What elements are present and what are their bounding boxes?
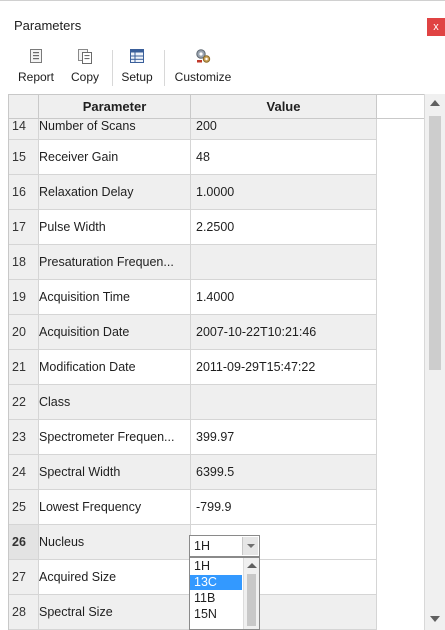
setup-icon	[130, 49, 144, 63]
parameter-column-header[interactable]: Parameter	[39, 95, 191, 119]
parameter-value[interactable]: -799.9	[191, 490, 377, 525]
row-number-header	[9, 95, 39, 119]
customize-label: Customize	[174, 70, 232, 84]
parameter-name: Receiver Gain	[39, 140, 191, 175]
parameter-name: Lowest Frequency	[39, 490, 191, 525]
table-row[interactable]: 23 Spectrometer Frequen... 399.97	[9, 420, 385, 455]
row-index: 24	[9, 455, 39, 490]
parameter-name: Pulse Width	[39, 210, 191, 245]
parameter-name: Class	[39, 385, 191, 420]
parameter-value[interactable]: 399.97	[191, 420, 377, 455]
nucleus-selected-value: 1H	[194, 539, 210, 553]
parameter-value[interactable]: 1.4000	[191, 280, 377, 315]
dropdown-option[interactable]: 15N	[190, 607, 242, 622]
toolbar: Report Copy Setup Customize	[0, 42, 445, 94]
parameter-name: Presaturation Frequen...	[39, 245, 191, 280]
table-row[interactable]: 21 Modification Date 2011-09-29T15:47:22	[9, 350, 385, 385]
table-row[interactable]: 25 Lowest Frequency -799.9	[9, 490, 385, 525]
report-button[interactable]: Report	[14, 48, 58, 84]
row-index: 14	[9, 119, 39, 140]
toolbar-separator	[164, 50, 165, 86]
copy-button[interactable]: Copy	[67, 48, 103, 84]
table-row[interactable]: 15 Receiver Gain 48	[9, 140, 385, 175]
row-index: 23	[9, 420, 39, 455]
copy-icon	[78, 49, 92, 64]
parameter-value[interactable]: 200	[191, 119, 377, 140]
table-row[interactable]: 24 Spectral Width 6399.5	[9, 455, 385, 490]
parameter-value[interactable]	[191, 385, 377, 420]
parameter-name: Acquisition Time	[39, 280, 191, 315]
parameter-value[interactable]: 2007-10-22T10:21:46	[191, 315, 377, 350]
table-row[interactable]: 14 Number of Scans 200	[9, 119, 385, 140]
parameter-name: Acquisition Date	[39, 315, 191, 350]
window-title: Parameters	[14, 18, 82, 33]
scroll-up-arrow-icon[interactable]	[430, 100, 440, 106]
parameter-value[interactable]: 2011-09-29T15:47:22	[191, 350, 377, 385]
scrollbar-thumb[interactable]	[429, 116, 441, 370]
parameter-name: Number of Scans	[39, 119, 191, 140]
row-index: 17	[9, 210, 39, 245]
row-index: 25	[9, 490, 39, 525]
setup-button[interactable]: Setup	[118, 48, 156, 84]
table-row[interactable]: 16 Relaxation Delay 1.0000	[9, 175, 385, 210]
row-index: 15	[9, 140, 39, 175]
dropdown-arrow-icon[interactable]	[242, 537, 258, 555]
row-index: 19	[9, 280, 39, 315]
parameter-value[interactable]: 2.2500	[191, 210, 377, 245]
table-row[interactable]: 19 Acquisition Time 1.4000	[9, 280, 385, 315]
row-index: 20	[9, 315, 39, 350]
parameter-value[interactable]	[191, 245, 377, 280]
report-label: Report	[17, 70, 55, 84]
row-index: 21	[9, 350, 39, 385]
table-row[interactable]: 20 Acquisition Date 2007-10-22T10:21:46	[9, 315, 385, 350]
table-row[interactable]: 17 Pulse Width 2.2500	[9, 210, 385, 245]
row-index: 28	[9, 595, 39, 630]
scroll-down-arrow-icon[interactable]	[430, 616, 440, 622]
customize-icon	[196, 49, 211, 63]
parameter-value[interactable]: 6399.5	[191, 455, 377, 490]
parameter-name: Nucleus	[39, 525, 191, 560]
table-row[interactable]: 22 Class	[9, 385, 385, 420]
toolbar-separator	[112, 50, 113, 86]
title-bar-border	[0, 0, 445, 1]
dropdown-option[interactable]: 1H	[190, 559, 242, 574]
setup-label: Setup	[121, 70, 153, 84]
parameter-name: Acquired Size	[39, 560, 191, 595]
vertical-scrollbar[interactable]	[424, 94, 445, 630]
report-icon	[30, 49, 42, 63]
close-button[interactable]: x	[427, 18, 445, 36]
parameter-name: Modification Date	[39, 350, 191, 385]
row-index: 27	[9, 560, 39, 595]
copy-label: Copy	[70, 70, 99, 84]
parameter-value[interactable]: 48	[191, 140, 377, 175]
dropdown-scroll-thumb[interactable]	[247, 574, 256, 626]
dropdown-option[interactable]: 11B	[190, 591, 242, 606]
title-bar: Parameters x	[0, 0, 445, 42]
parameter-name: Spectral Size	[39, 595, 191, 630]
table-row[interactable]: 18 Presaturation Frequen...	[9, 245, 385, 280]
row-index: 18	[9, 245, 39, 280]
nucleus-combobox[interactable]: 1H	[189, 535, 260, 557]
value-column-header[interactable]: Value	[191, 95, 377, 119]
parameter-value[interactable]: 1.0000	[191, 175, 377, 210]
parameter-name: Spectrometer Frequen...	[39, 420, 191, 455]
customize-button[interactable]: Customize	[172, 48, 234, 84]
nucleus-dropdown-list[interactable]: 1H 13C 11B 15N	[189, 557, 260, 630]
dropdown-scroll-up-icon[interactable]	[247, 563, 257, 568]
parameter-name: Spectral Width	[39, 455, 191, 490]
dropdown-scrollbar[interactable]	[243, 558, 259, 629]
row-index: 22	[9, 385, 39, 420]
parameter-name: Relaxation Delay	[39, 175, 191, 210]
row-index: 16	[9, 175, 39, 210]
row-index: 26	[9, 525, 39, 560]
dropdown-option-highlighted[interactable]: 13C	[190, 575, 242, 590]
